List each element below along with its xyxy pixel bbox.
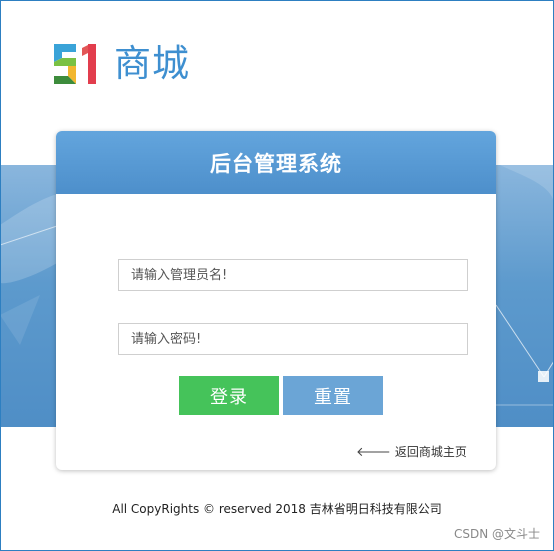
csdn-watermark: CSDN @文斗士 [453, 527, 540, 541]
password-field[interactable] [118, 323, 468, 355]
login-panel: 后台管理系统 登录 重置 🡐 返回商城主页 [56, 131, 496, 470]
login-panel-header: 后台管理系统 [56, 131, 496, 194]
site-logo[interactable]: 商城 [52, 42, 190, 86]
page-title: 后台管理系统 [210, 151, 342, 176]
back-to-home-link[interactable]: 🡐 返回商城主页 [356, 443, 467, 460]
footer-copyright: All CopyRights © reserved 2018 吉林省明日科技有限… [112, 502, 442, 516]
logo-text: 商城 [114, 42, 190, 85]
51-logo-icon [54, 44, 96, 84]
password-input[interactable] [119, 324, 467, 354]
reset-button[interactable]: 重置 [283, 376, 383, 415]
arrow-left-icon: 🡐 [356, 444, 391, 460]
back-to-home-label: 返回商城主页 [394, 445, 467, 459]
login-button[interactable]: 登录 [179, 376, 279, 415]
username-field[interactable] [118, 259, 468, 291]
username-input[interactable] [119, 260, 467, 290]
